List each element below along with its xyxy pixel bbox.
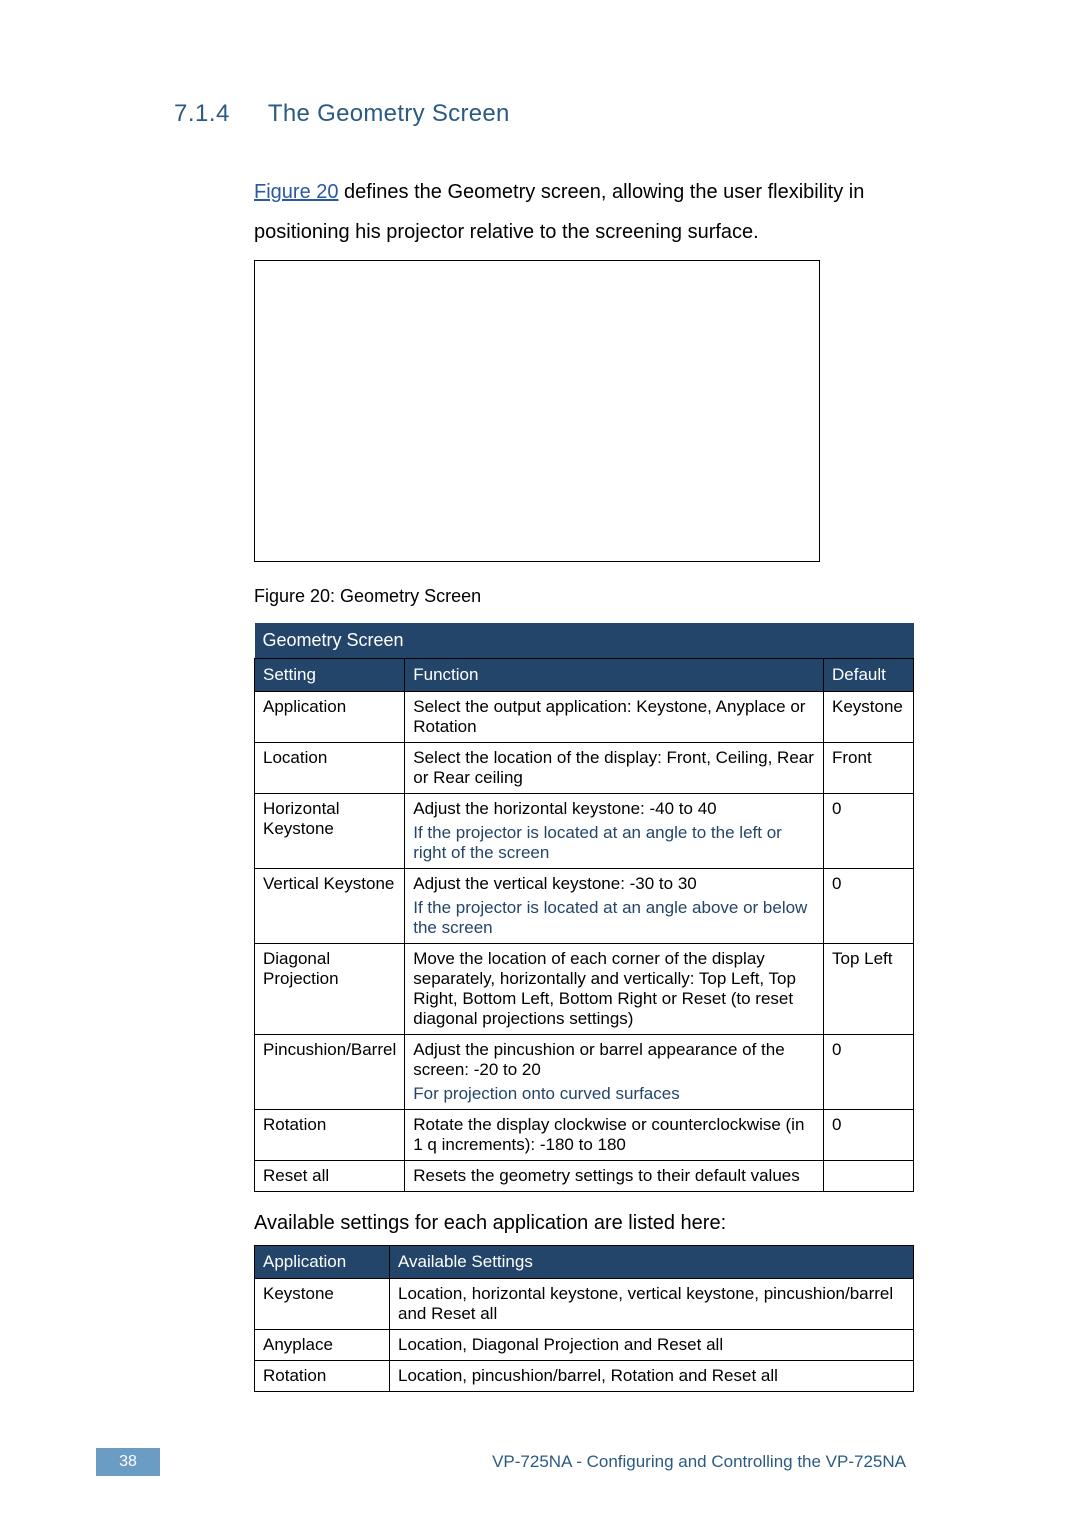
table-header-available: Available Settings <box>390 1246 914 1279</box>
cell-function: Adjust the horizontal keystone: -40 to 4… <box>405 794 824 869</box>
cell-setting: Application <box>255 692 405 743</box>
cell-available: Location, pincushion/barrel, Rotation an… <box>390 1361 914 1392</box>
figure-placeholder <box>254 260 820 562</box>
cell-setting: Diagonal Projection <box>255 944 405 1035</box>
cell-default: Front <box>824 743 914 794</box>
cell-function: Rotate the display clockwise or counterc… <box>405 1110 824 1161</box>
cell-function: Move the location of each corner of the … <box>405 944 824 1035</box>
cell-setting: Pincushion/Barrel <box>255 1035 405 1110</box>
page-footer: 38 VP-725NA - Configuring and Controllin… <box>0 1448 1080 1476</box>
heading-title: The Geometry Screen <box>268 100 510 128</box>
heading-number: 7.1.4 <box>174 100 230 128</box>
intro-paragraph: Figure 20 defines the Geometry screen, a… <box>254 172 906 252</box>
cell-function: Select the location of the display: Fron… <box>405 743 824 794</box>
table-header-application: Application <box>255 1246 390 1279</box>
table-row: Horizontal Keystone Adjust the horizonta… <box>255 794 914 869</box>
cell-default: Top Left <box>824 944 914 1035</box>
cell-note: For projection onto curved surfaces <box>413 1084 815 1104</box>
table-title: Geometry Screen <box>255 623 914 659</box>
cell-function: Adjust the pincushion or barrel appearan… <box>405 1035 824 1110</box>
cell-note: If the projector is located at an angle … <box>413 823 815 863</box>
table-row: Rotation Rotate the display clockwise or… <box>255 1110 914 1161</box>
cell-function: Select the output application: Keystone,… <box>405 692 824 743</box>
table-row: Application Select the output applicatio… <box>255 692 914 743</box>
cell-default: 0 <box>824 1110 914 1161</box>
cell-note: If the projector is located at an angle … <box>413 898 815 938</box>
cell-available: Location, Diagonal Projection and Reset … <box>390 1330 914 1361</box>
cell-setting: Location <box>255 743 405 794</box>
cell-function: Adjust the vertical keystone: -30 to 30I… <box>405 869 824 944</box>
cell-setting: Horizontal Keystone <box>255 794 405 869</box>
cell-available: Location, horizontal keystone, vertical … <box>390 1279 914 1330</box>
cell-default: 0 <box>824 794 914 869</box>
available-intro: Available settings for each application … <box>254 1212 906 1235</box>
page: 7.1.4 The Geometry Screen Figure 20 defi… <box>0 0 1080 1532</box>
cell-default: 0 <box>824 1035 914 1110</box>
cell-default <box>824 1161 914 1192</box>
table-row: Location Select the location of the disp… <box>255 743 914 794</box>
geometry-settings-table: Geometry Screen Setting Function Default… <box>254 623 914 1192</box>
footer-title: VP-725NA - Configuring and Controlling t… <box>492 1452 906 1472</box>
table-row: Anyplace Location, Diagonal Projection a… <box>255 1330 914 1361</box>
cell-function: Resets the geometry settings to their de… <box>405 1161 824 1192</box>
table-header-function: Function <box>405 659 824 692</box>
cell-setting: Rotation <box>255 1110 405 1161</box>
cell-setting: Reset all <box>255 1161 405 1192</box>
cell-default: 0 <box>824 869 914 944</box>
application-settings-table: Application Available Settings Keystone … <box>254 1245 914 1392</box>
section-heading: 7.1.4 The Geometry Screen <box>174 100 906 128</box>
table-row: Rotation Location, pincushion/barrel, Ro… <box>255 1361 914 1392</box>
cell-app: Anyplace <box>255 1330 390 1361</box>
table-row: Reset all Resets the geometry settings t… <box>255 1161 914 1192</box>
figure-link[interactable]: Figure 20 <box>254 181 339 203</box>
table-row: Keystone Location, horizontal keystone, … <box>255 1279 914 1330</box>
table-row: Diagonal Projection Move the location of… <box>255 944 914 1035</box>
figure-caption: Figure 20: Geometry Screen <box>254 586 906 607</box>
intro-text: defines the Geometry screen, allowing th… <box>254 181 864 243</box>
cell-default: Keystone <box>824 692 914 743</box>
cell-setting: Vertical Keystone <box>255 869 405 944</box>
table-header-default: Default <box>824 659 914 692</box>
table-header-setting: Setting <box>255 659 405 692</box>
page-number: 38 <box>96 1448 160 1476</box>
cell-app: Rotation <box>255 1361 390 1392</box>
cell-app: Keystone <box>255 1279 390 1330</box>
table-row: Pincushion/Barrel Adjust the pincushion … <box>255 1035 914 1110</box>
table-row: Vertical Keystone Adjust the vertical ke… <box>255 869 914 944</box>
